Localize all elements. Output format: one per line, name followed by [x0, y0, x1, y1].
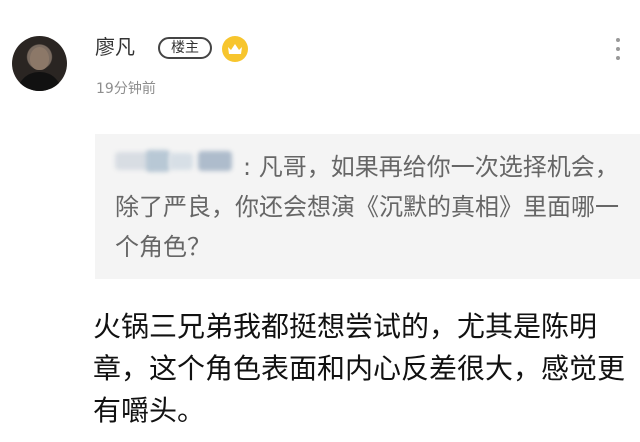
more-options-icon[interactable]: [614, 38, 622, 62]
quoted-question: : 凡哥，如果再给你一次选择机会，除了严良，你还会想演《沉默的真相》里面哪一个角…: [95, 134, 640, 279]
avatar-face: [30, 47, 49, 70]
op-badge: 楼主: [158, 37, 212, 59]
quoted-question-text: : 凡哥，如果再给你一次选择机会，除了严良，你还会想演《沉默的真相》里面哪一个角…: [115, 153, 619, 261]
post-timestamp: 19分钟前: [96, 81, 156, 97]
reply-text: 火锅三兄弟我都挺想尝试的，尤其是陈明章，这个角色表面和内心反差很大，感觉更有嚼头…: [93, 310, 626, 427]
crown-icon: [222, 36, 248, 62]
author-name[interactable]: 廖凡: [95, 35, 135, 59]
crown-glyph: [228, 44, 242, 54]
avatar-shoulders: [17, 72, 62, 91]
author-avatar[interactable]: [12, 36, 67, 91]
